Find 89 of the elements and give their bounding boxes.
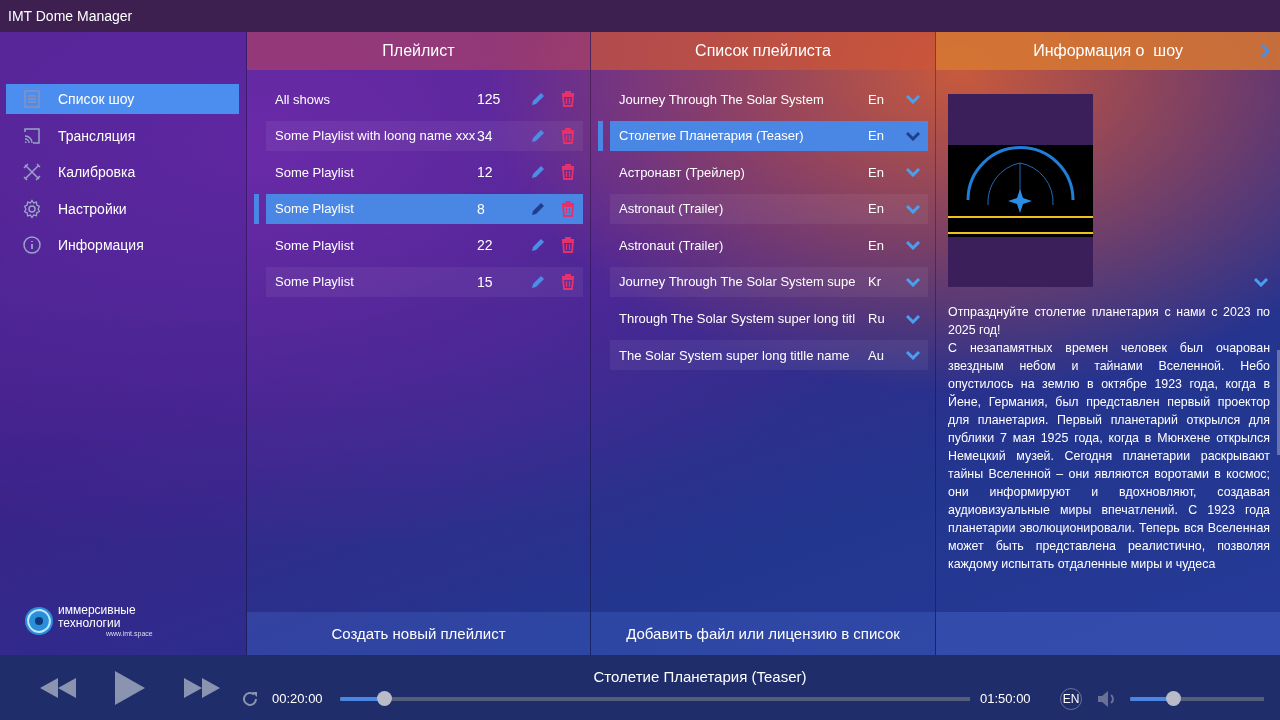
add-file-button[interactable]: Добавить файл или лицензию в список (591, 612, 935, 655)
tools-icon (22, 162, 42, 183)
playlist-name: Some Playlist (275, 201, 355, 217)
slider-thumb[interactable] (377, 691, 393, 706)
chevron-down-icon[interactable] (906, 203, 920, 214)
language-code: En (868, 201, 885, 217)
pencil-icon[interactable] (530, 91, 546, 107)
pencil-icon[interactable] (530, 273, 546, 290)
chevron-down-icon[interactable] (1254, 277, 1268, 287)
playlist-row[interactable]: Some Playlist 15 (266, 266, 583, 297)
language-code: En (868, 237, 885, 253)
pencil-icon[interactable] (530, 200, 546, 217)
playlist-row[interactable]: Some Playlist 22 (266, 230, 583, 261)
logo-text: иммерсивные (58, 604, 137, 617)
playlist-name: Some Playlist with loong name xxx (275, 128, 477, 144)
show-row[interactable]: Journey Through The Solar System En (610, 84, 928, 114)
show-title: Journey Through The Solar System supe (619, 274, 857, 290)
playlist-name: Some Playlist (275, 237, 355, 253)
chevron-down-icon[interactable] (906, 350, 920, 361)
sidebar-item[interactable]: Трансляция (6, 120, 239, 151)
show-count: 22 (477, 237, 494, 254)
elapsed-time: 00:20:00 (272, 691, 324, 706)
selection-indicator (598, 120, 603, 151)
show-title: Journey Through The Solar System (619, 91, 825, 107)
show-title: Столетие Планетария (Teaser) (619, 128, 805, 144)
pencil-icon[interactable] (530, 237, 546, 254)
show-count: 125 (477, 91, 502, 107)
sidebar-item[interactable]: Настройки (6, 193, 239, 224)
chevron-down-icon[interactable] (906, 167, 920, 178)
chevron-down-icon[interactable] (906, 276, 920, 287)
show-count: 34 (477, 127, 494, 144)
playlist-row[interactable]: All shows 125 (266, 84, 583, 114)
show-description: Отпразднуйте столетие планетария с нами с 2023 по 2025 год! С незапамятных времен человек был очарован звездным небом и тайнами Вселенной. Небо опустилось на землю в октябре 1923 года, когда в Йене, Германия, был представлен первый проектор для планетария. Первый планетарий открылся для публики 7 мая 1925 года, когда в Мюнхене открылся Немецкий музей. Сегодня планетарии раскрывают тайны Вселенной – они являются воротами в космос; они информируют и вдохновляют, создавая аудиовизуальные миры впечатлений. С 1923 года планетарии эволюционировали. Теперь вся Вселенная может быть представлена реалистично, позволяя каждому испытать отдаленные миры и чудеса (948, 304, 1270, 573)
sidebar-item[interactable]: Калибровка (6, 157, 239, 188)
show-title: The Solar System super long titlle name (619, 347, 851, 363)
show-title: Astronaut (Trailer) (619, 201, 725, 217)
language-code: En (868, 128, 885, 144)
show-row[interactable]: Journey Through The Solar System supe Kr (610, 266, 928, 297)
trash-icon[interactable] (561, 127, 575, 144)
show-row[interactable]: The Solar System super long titlle name Au (610, 340, 928, 371)
show-row[interactable]: Through The Solar System super long titl Ru (610, 303, 928, 334)
language-code: En (868, 91, 885, 107)
show-title: Through The Solar System super long titl (619, 311, 857, 327)
pencil-icon[interactable] (530, 127, 546, 144)
trash-icon[interactable] (561, 273, 575, 290)
trash-icon[interactable] (561, 91, 575, 107)
language-code: Au (868, 347, 885, 363)
chevron-down-icon[interactable] (906, 130, 920, 141)
create-playlist-button[interactable]: Создать новый плейлист (247, 612, 590, 655)
language-code: Kr (868, 274, 882, 290)
playlist-row[interactable]: Some Playlist 12 (266, 157, 583, 188)
language-code: Ru (868, 311, 886, 327)
cast-icon (22, 125, 42, 146)
trash-icon[interactable] (561, 237, 575, 254)
playlist-name: Some Playlist (275, 164, 355, 180)
pencil-icon[interactable] (530, 164, 546, 181)
playlist-name: Some Playlist (275, 274, 355, 290)
column-header: Список плейлиста (591, 32, 935, 70)
show-row[interactable]: Astronaut (Trailer) En (610, 230, 928, 261)
show-row[interactable]: Astronaut (Trailer) En (610, 193, 928, 224)
chevron-down-icon[interactable] (906, 240, 920, 251)
sidebar-item[interactable]: Информация (6, 230, 239, 261)
chevron-down-icon[interactable] (906, 313, 920, 324)
window-title: IMT Dome Manager (0, 0, 1280, 32)
playlist-name: All shows (275, 91, 331, 107)
show-count: 15 (477, 273, 494, 290)
chevron-down-icon[interactable] (906, 94, 920, 104)
list-icon (22, 89, 42, 109)
column-header: Информация о шоу (1033, 42, 1183, 60)
selection-indicator (254, 193, 259, 224)
play-icon[interactable] (114, 669, 146, 706)
language-code: En (868, 164, 885, 180)
info-icon (22, 235, 42, 256)
column-header: Плейлист (247, 32, 590, 70)
rewind-icon[interactable] (38, 676, 77, 699)
scrollbar[interactable] (1277, 350, 1280, 455)
slider-thumb[interactable] (1165, 691, 1181, 706)
total-time: 01:50:00 (980, 691, 1032, 706)
track-title: Столетие Планетария (Teaser) (592, 668, 808, 685)
trash-icon[interactable] (561, 164, 575, 181)
gear-icon (22, 198, 42, 219)
logo-text: технологии (58, 617, 121, 630)
show-count: 12 (477, 164, 494, 181)
show-title: Астронавт (Трейлер) (619, 164, 746, 180)
show-title: Astronaut (Trailer) (619, 237, 725, 253)
show-count: 8 (477, 200, 486, 217)
fast-forward-icon[interactable] (183, 676, 222, 699)
playlist-row[interactable]: Some Playlist with loong name xxx34 (266, 120, 583, 151)
show-row[interactable]: Астронавт (Трейлер) En (610, 157, 928, 188)
